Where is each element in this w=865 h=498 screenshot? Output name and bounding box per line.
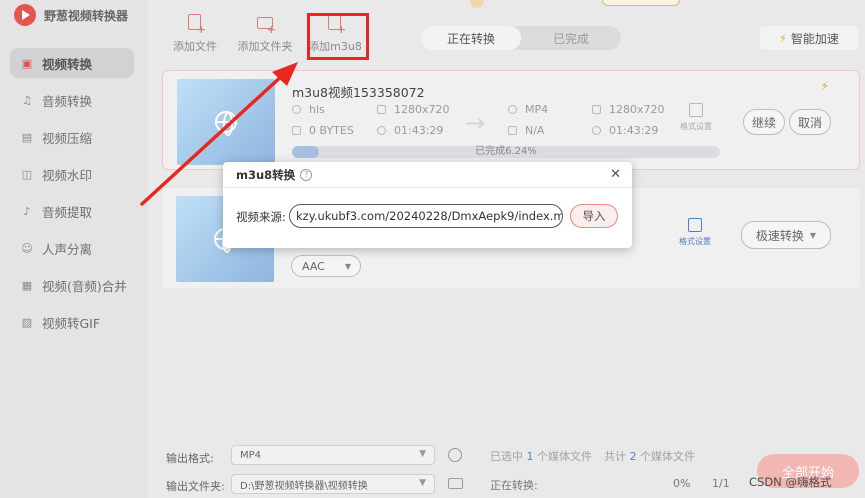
dialog-title: m3u8转换 bbox=[236, 167, 296, 182]
video-source-input[interactable]: kzy.ukubf3.com/20240228/DmxAepk9/index.m… bbox=[289, 204, 563, 228]
dialog-header: m3u8转换 ? bbox=[223, 162, 632, 188]
video-source-value: kzy.ukubf3.com/20240228/DmxAepk9/index.m… bbox=[296, 209, 563, 223]
close-icon[interactable]: ✕ bbox=[610, 167, 621, 182]
annotation-arrow bbox=[140, 62, 298, 206]
help-icon[interactable]: ? bbox=[300, 168, 313, 181]
import-button[interactable]: 导入 bbox=[570, 204, 618, 228]
video-source-label: 视频来源: bbox=[236, 210, 286, 224]
m3u8-dialog: m3u8转换 ? ✕ 视频来源: kzy.ukubf3.com/20240228… bbox=[223, 162, 632, 248]
